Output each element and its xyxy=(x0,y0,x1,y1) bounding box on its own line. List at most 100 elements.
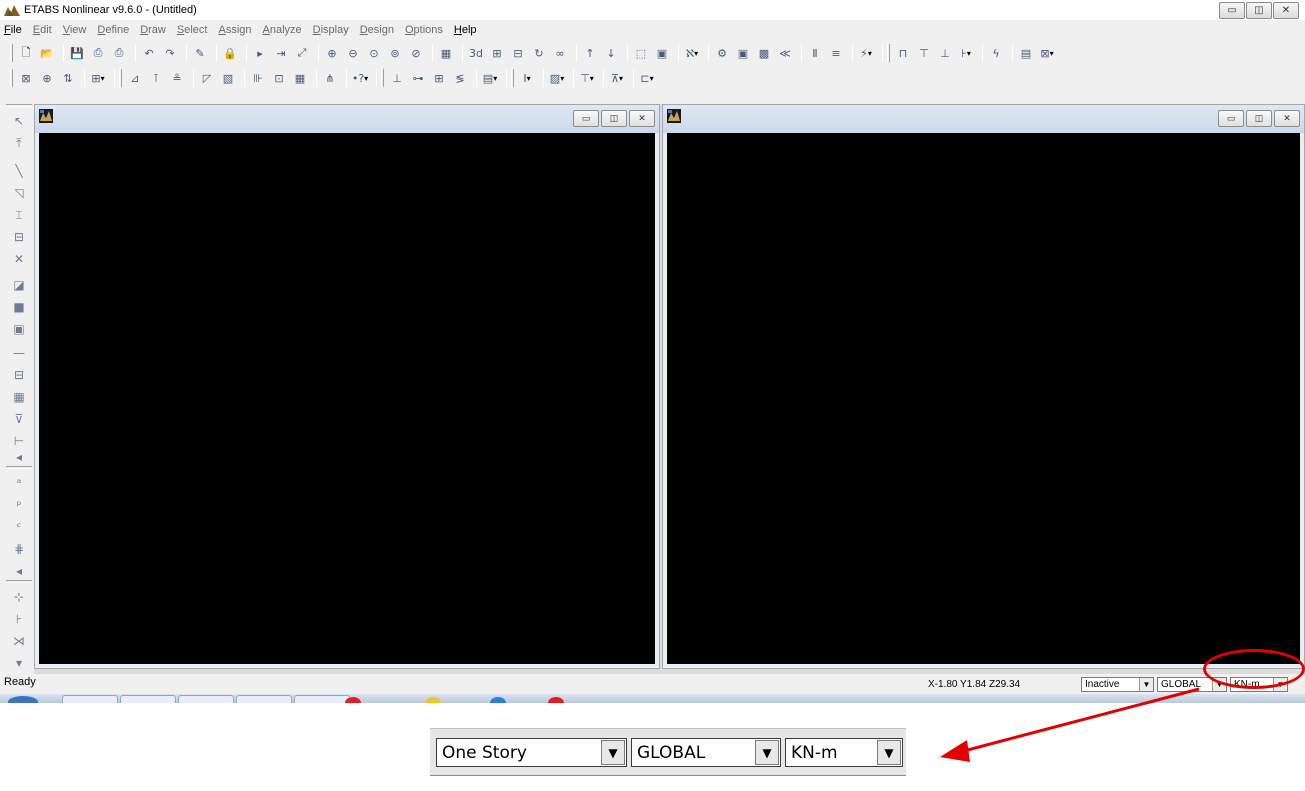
draw-braces-icon[interactable]: ✕ xyxy=(10,250,28,268)
move-down-icon[interactable]: ↓ xyxy=(602,44,620,62)
draw-brace-icon[interactable]: ⊼ xyxy=(608,69,626,87)
child-window-titlebar[interactable]: ▭ ◫ ✕ xyxy=(35,105,659,133)
zoom-previous-icon[interactable]: ⊙ xyxy=(365,44,383,62)
snap-to-intersections-icon[interactable]: ⋊ xyxy=(10,632,28,650)
print-tables-icon[interactable]: ⎙ xyxy=(110,44,128,62)
toolbar-grip[interactable] xyxy=(10,69,13,87)
menu-options[interactable]: Options xyxy=(405,24,443,36)
draw-line-icon[interactable]: ╲ xyxy=(10,162,28,180)
perspective-toggle-icon[interactable]: ∞ xyxy=(551,44,569,62)
reshape-object-icon[interactable]: ⤒ xyxy=(10,134,28,152)
toolbar-grip[interactable] xyxy=(6,580,32,583)
draw-area-icon[interactable]: ▨ xyxy=(548,69,566,87)
toolbar-grip[interactable] xyxy=(6,104,32,107)
joint-restraints-icon[interactable]: ⊿ xyxy=(126,69,144,87)
zoom-step-icon[interactable]: ⊚ xyxy=(386,44,404,62)
draw-beam-icon[interactable]: ⊤ xyxy=(578,69,596,87)
draw-floor-icon[interactable]: ◪ xyxy=(10,276,28,294)
draw-openings-icon[interactable]: ▦ xyxy=(10,388,28,406)
shell-section-icon[interactable]: ◸ xyxy=(198,69,216,87)
diaphragm-icon[interactable]: ▧ xyxy=(219,69,237,87)
minimize-icon[interactable]: ▭ xyxy=(573,110,599,127)
snap-to-ends-icon[interactable]: ⊦ xyxy=(10,610,28,628)
toolbar-grip[interactable] xyxy=(511,69,514,87)
undo-icon[interactable]: ↶ xyxy=(140,44,158,62)
menu-define[interactable]: Define xyxy=(97,24,129,36)
toolbar-grip[interactable] xyxy=(119,69,122,87)
area-mesh-icon[interactable]: ▦ xyxy=(291,69,309,87)
frame-design-icon[interactable]: ⊓ xyxy=(894,44,912,62)
draw-column-region-icon[interactable]: ⌶ xyxy=(10,206,28,224)
frame-releases-icon[interactable]: ⊺ xyxy=(147,69,165,87)
object-shrink-icon[interactable]: ⬚ xyxy=(632,44,650,62)
restore-full-view-icon[interactable]: ⤢ xyxy=(293,44,311,62)
taskbar-button[interactable] xyxy=(62,695,118,703)
replicate-icon[interactable]: ⇅ xyxy=(59,69,77,87)
taskbar-app-icon[interactable] xyxy=(425,697,441,703)
select-all-objects-icon[interactable]: ᵃ xyxy=(10,474,28,492)
draw-wall-line-icon[interactable]: — xyxy=(10,344,28,362)
draw-wall-icon[interactable]: ⊏ xyxy=(638,69,656,87)
menu-analyze[interactable]: Analyze xyxy=(263,24,302,36)
pan-icon[interactable]: ⊘ xyxy=(407,44,425,62)
menu-select[interactable]: Select xyxy=(177,24,208,36)
toolbar-grip[interactable] xyxy=(10,44,13,62)
frame-sections-icon[interactable]: ≗ xyxy=(168,69,186,87)
snap-to-points-icon[interactable]: ⊹ xyxy=(10,588,28,606)
concrete-design-icon[interactable]: ⊥ xyxy=(936,44,954,62)
refresh-window-icon[interactable]: ✎ xyxy=(191,44,209,62)
toolbar-overflow-icon[interactable]: ◂ xyxy=(10,562,28,580)
plan-view-icon[interactable]: ▦ xyxy=(437,44,455,62)
help-query-icon[interactable]: •? xyxy=(351,69,369,87)
child-window-titlebar[interactable]: ▭ ◫ ✕ xyxy=(663,105,1304,133)
redo-icon[interactable]: ↷ xyxy=(161,44,179,62)
rubber-band-zoom-icon[interactable]: ⇥ xyxy=(272,44,290,62)
draw-beam-region-icon[interactable]: ⊟ xyxy=(10,228,28,246)
show-loads-icon[interactable]: ▣ xyxy=(734,44,752,62)
move-up-icon[interactable]: ↑ xyxy=(581,44,599,62)
menu-edit[interactable]: Edit xyxy=(33,24,52,36)
open-folder-icon[interactable]: 📂 xyxy=(38,44,56,62)
draw-area-click-icon[interactable]: ▣ xyxy=(10,320,28,338)
menu-draw[interactable]: Draw xyxy=(140,24,166,36)
select-all-icon[interactable]: ⊠ xyxy=(17,69,35,87)
new-model-icon[interactable]: 🗋 xyxy=(17,44,35,62)
menu-file[interactable]: File xyxy=(4,24,22,36)
menu-design[interactable]: Design xyxy=(360,24,394,36)
shell-loads-icon[interactable]: ⊞ xyxy=(430,69,448,87)
taskbar-app-icon[interactable] xyxy=(345,697,361,703)
chevron-down-icon[interactable]: ▼ xyxy=(1139,678,1153,691)
elevation-view-icon[interactable]: ⊟ xyxy=(509,44,527,62)
toolbar-grip[interactable] xyxy=(6,466,32,469)
previous-selection-icon[interactable]: ᵖ xyxy=(10,496,28,514)
menu-assign[interactable]: Assign xyxy=(218,24,251,36)
taskbar-button[interactable] xyxy=(294,695,350,703)
pier-label-icon[interactable]: ⊪ xyxy=(249,69,267,87)
link-properties-icon[interactable]: ⋔ xyxy=(321,69,339,87)
left-view-window[interactable]: ▭ ◫ ✕ xyxy=(34,104,660,669)
toolbar-overflow-icon[interactable]: ▾ xyxy=(10,654,28,672)
output-tables-icon[interactable]: ⊠ xyxy=(1038,44,1056,62)
menu-view[interactable]: View xyxy=(63,24,87,36)
right-view-window[interactable]: ▭ ◫ ✕ xyxy=(662,104,1305,669)
menu-help[interactable]: Help xyxy=(454,24,477,36)
model-canvas-right[interactable] xyxy=(667,133,1300,664)
show-undeformed-shape-icon[interactable]: ⚙ xyxy=(713,44,731,62)
display-tables-icon[interactable]: ▤ xyxy=(1017,44,1035,62)
run-analysis-icon[interactable]: ▸ xyxy=(251,44,269,62)
steel-design-icon[interactable]: ⊤ xyxy=(915,44,933,62)
assign-frame-icon[interactable]: ℵ xyxy=(683,44,701,62)
maximize-icon[interactable]: ◫ xyxy=(1246,2,1272,19)
taskbar-button[interactable] xyxy=(120,695,176,703)
zoom-in-icon[interactable]: ⊕ xyxy=(323,44,341,62)
lock-model-icon[interactable]: 🔒 xyxy=(221,44,239,62)
clear-selection-icon[interactable]: ᶜ xyxy=(10,518,28,536)
draw-rect-area-icon[interactable]: ■ xyxy=(10,298,28,316)
taskbar-button[interactable] xyxy=(178,695,234,703)
rotate-view-icon[interactable]: ↻ xyxy=(530,44,548,62)
print-graphics-icon[interactable]: ⎙ xyxy=(89,44,107,62)
show-deformed-shape-icon[interactable]: ▩ xyxy=(755,44,773,62)
taskbar-button[interactable] xyxy=(236,695,292,703)
wind-loads-icon[interactable]: ≶ xyxy=(451,69,469,87)
show-member-forces-icon[interactable]: Ⅱ xyxy=(806,44,824,62)
